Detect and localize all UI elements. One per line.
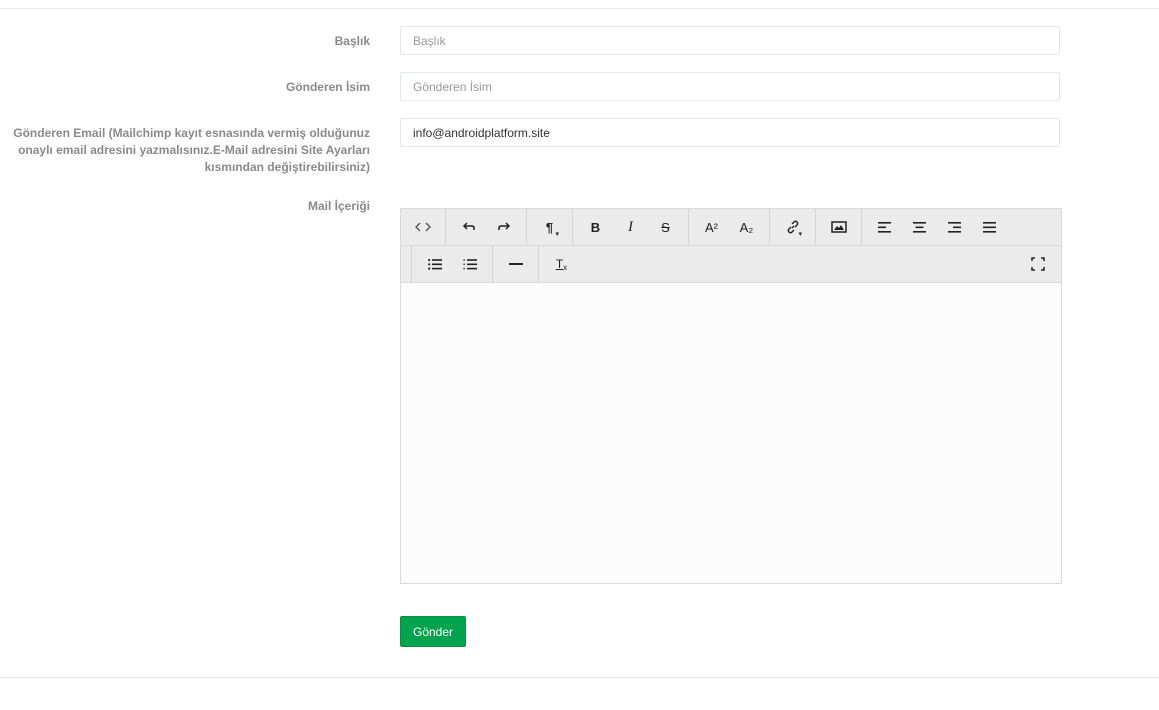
clear-x-icon: x <box>563 262 568 272</box>
sender-name-label: Gönderen İsim <box>285 80 370 94</box>
sender-email-label: Gönderen Email (Mailchimp kayıt esnasınd… <box>13 125 370 176</box>
toolbar-separator <box>769 209 770 245</box>
justify-button[interactable] <box>972 209 1007 245</box>
editor-toolbar: ¶ ▾ B I S A² A₂ ▾ T x <box>401 209 1061 283</box>
toolbar-separator <box>815 209 816 245</box>
title-label: Başlık <box>334 34 370 48</box>
strikethrough-button[interactable]: S <box>648 209 683 245</box>
dropdown-caret-icon: ▾ <box>798 231 802 238</box>
code-icon <box>414 222 431 232</box>
image-icon <box>830 221 847 233</box>
image-button[interactable] <box>821 209 856 245</box>
toolbar-separator <box>445 209 446 245</box>
ordered-list-button[interactable] <box>452 246 487 282</box>
bottom-divider <box>0 677 1159 678</box>
rich-text-editor: ¶ ▾ B I S A² A₂ ▾ T x <box>400 208 1062 584</box>
superscript-button[interactable]: A² <box>694 209 729 245</box>
toolbar-separator <box>411 246 412 282</box>
italic-icon: I <box>628 218 633 235</box>
align-right-button[interactable] <box>937 209 972 245</box>
toolbar-row-1: ¶ ▾ B I S A² A₂ ▾ <box>401 209 1061 246</box>
align-left-icon <box>877 221 891 233</box>
justify-icon <box>982 221 996 233</box>
clear-formatting-icon: T <box>555 257 564 271</box>
bold-icon: B <box>590 219 601 235</box>
subscript-icon: A₂ <box>739 219 754 235</box>
link-button[interactable]: ▾ <box>775 209 810 245</box>
toolbar-separator <box>538 246 539 282</box>
top-divider <box>0 8 1159 9</box>
fullscreen-icon <box>1030 257 1045 271</box>
bold-button[interactable]: B <box>578 209 613 245</box>
clear-formatting-button[interactable]: T x <box>544 246 579 282</box>
paragraph-icon: ¶ <box>545 219 554 235</box>
toolbar-separator <box>492 246 493 282</box>
sender-name-input[interactable] <box>400 72 1060 101</box>
toolbar-separator <box>688 209 689 245</box>
redo-icon <box>497 222 510 230</box>
align-center-button[interactable] <box>902 209 937 245</box>
link-icon <box>787 220 798 234</box>
toolbar-separator <box>572 209 573 245</box>
dropdown-caret-icon: ▾ <box>555 231 559 238</box>
unordered-list-button[interactable] <box>417 246 452 282</box>
sender-email-input[interactable] <box>400 118 1060 147</box>
title-input[interactable] <box>400 26 1060 55</box>
editor-content-area[interactable] <box>401 283 1061 583</box>
horizontal-rule-icon <box>508 263 523 265</box>
toolbar-separator <box>861 209 862 245</box>
undo-icon <box>462 222 475 230</box>
horizontal-rule-button[interactable] <box>498 246 533 282</box>
fullscreen-button[interactable] <box>1020 246 1055 282</box>
subscript-button[interactable]: A₂ <box>729 209 764 245</box>
content-label: Mail İçeriği <box>307 199 370 213</box>
bullet-list-icon <box>427 258 442 270</box>
align-right-icon <box>947 221 961 233</box>
sender-email-label-line1: Gönderen Email (Mailchimp kayıt esnasınd… <box>13 126 370 140</box>
sender-email-label-line2: onaylı email adresini yazmalısınız.E-Mai… <box>18 143 370 157</box>
strikethrough-icon: S <box>661 219 670 235</box>
undo-button[interactable] <box>451 209 486 245</box>
numbered-list-icon <box>463 258 477 269</box>
toolbar-separator <box>526 209 527 245</box>
send-button[interactable]: Gönder <box>400 616 466 647</box>
paragraph-format-button[interactable]: ¶ ▾ <box>532 209 567 245</box>
toolbar-row-2: T x <box>401 246 1061 282</box>
italic-button[interactable]: I <box>613 209 648 245</box>
code-view-button[interactable] <box>405 209 440 245</box>
align-left-button[interactable] <box>867 209 902 245</box>
sender-email-label-line3: kısmından değiştirebilirsiniz) <box>204 160 370 174</box>
align-center-icon <box>912 221 926 233</box>
redo-button[interactable] <box>486 209 521 245</box>
superscript-icon: A² <box>705 219 718 235</box>
